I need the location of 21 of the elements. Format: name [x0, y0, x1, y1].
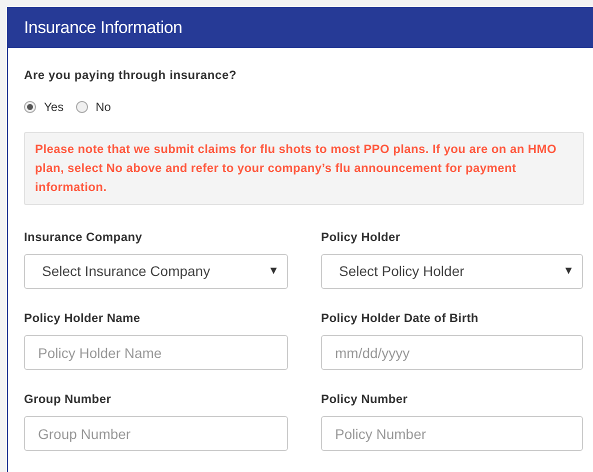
- question-label: Are you paying through insurance?: [24, 67, 238, 84]
- caret-icon: ▼: [563, 263, 574, 280]
- panel-title: Insurance Information: [24, 16, 182, 39]
- select-dropdown[interactable]: Select Policy Holder ▼: [321, 254, 583, 289]
- input-field[interactable]: mm/dd/yyyy: [321, 335, 583, 370]
- field-label: Group Number: [24, 391, 112, 408]
- input-field[interactable]: Policy Holder Name: [24, 335, 288, 370]
- field-label: Policy Number: [321, 391, 409, 408]
- radio-label: Yes: [44, 99, 64, 116]
- field-label: Policy Holder Date of Birth: [321, 310, 480, 327]
- input-field[interactable]: Policy Number: [321, 416, 583, 451]
- field-label: Policy Holder: [321, 229, 402, 246]
- field-label: Policy Holder Name: [24, 310, 142, 327]
- caret-icon: ▼: [268, 263, 279, 280]
- radio-button[interactable]: [76, 101, 88, 113]
- select-dropdown[interactable]: Select Insurance Company ▼: [24, 254, 288, 289]
- radio-button[interactable]: [24, 101, 36, 113]
- radio-label: No: [96, 99, 111, 116]
- notice-message: Please note that we submit claims for flu shots to most PPO plans. If you are on an HMO plan, select No above and refer to your company’s flu announcement for payment information.: [24, 132, 584, 205]
- input-field[interactable]: Group Number: [24, 416, 288, 451]
- field-label: Insurance Company: [24, 229, 144, 246]
